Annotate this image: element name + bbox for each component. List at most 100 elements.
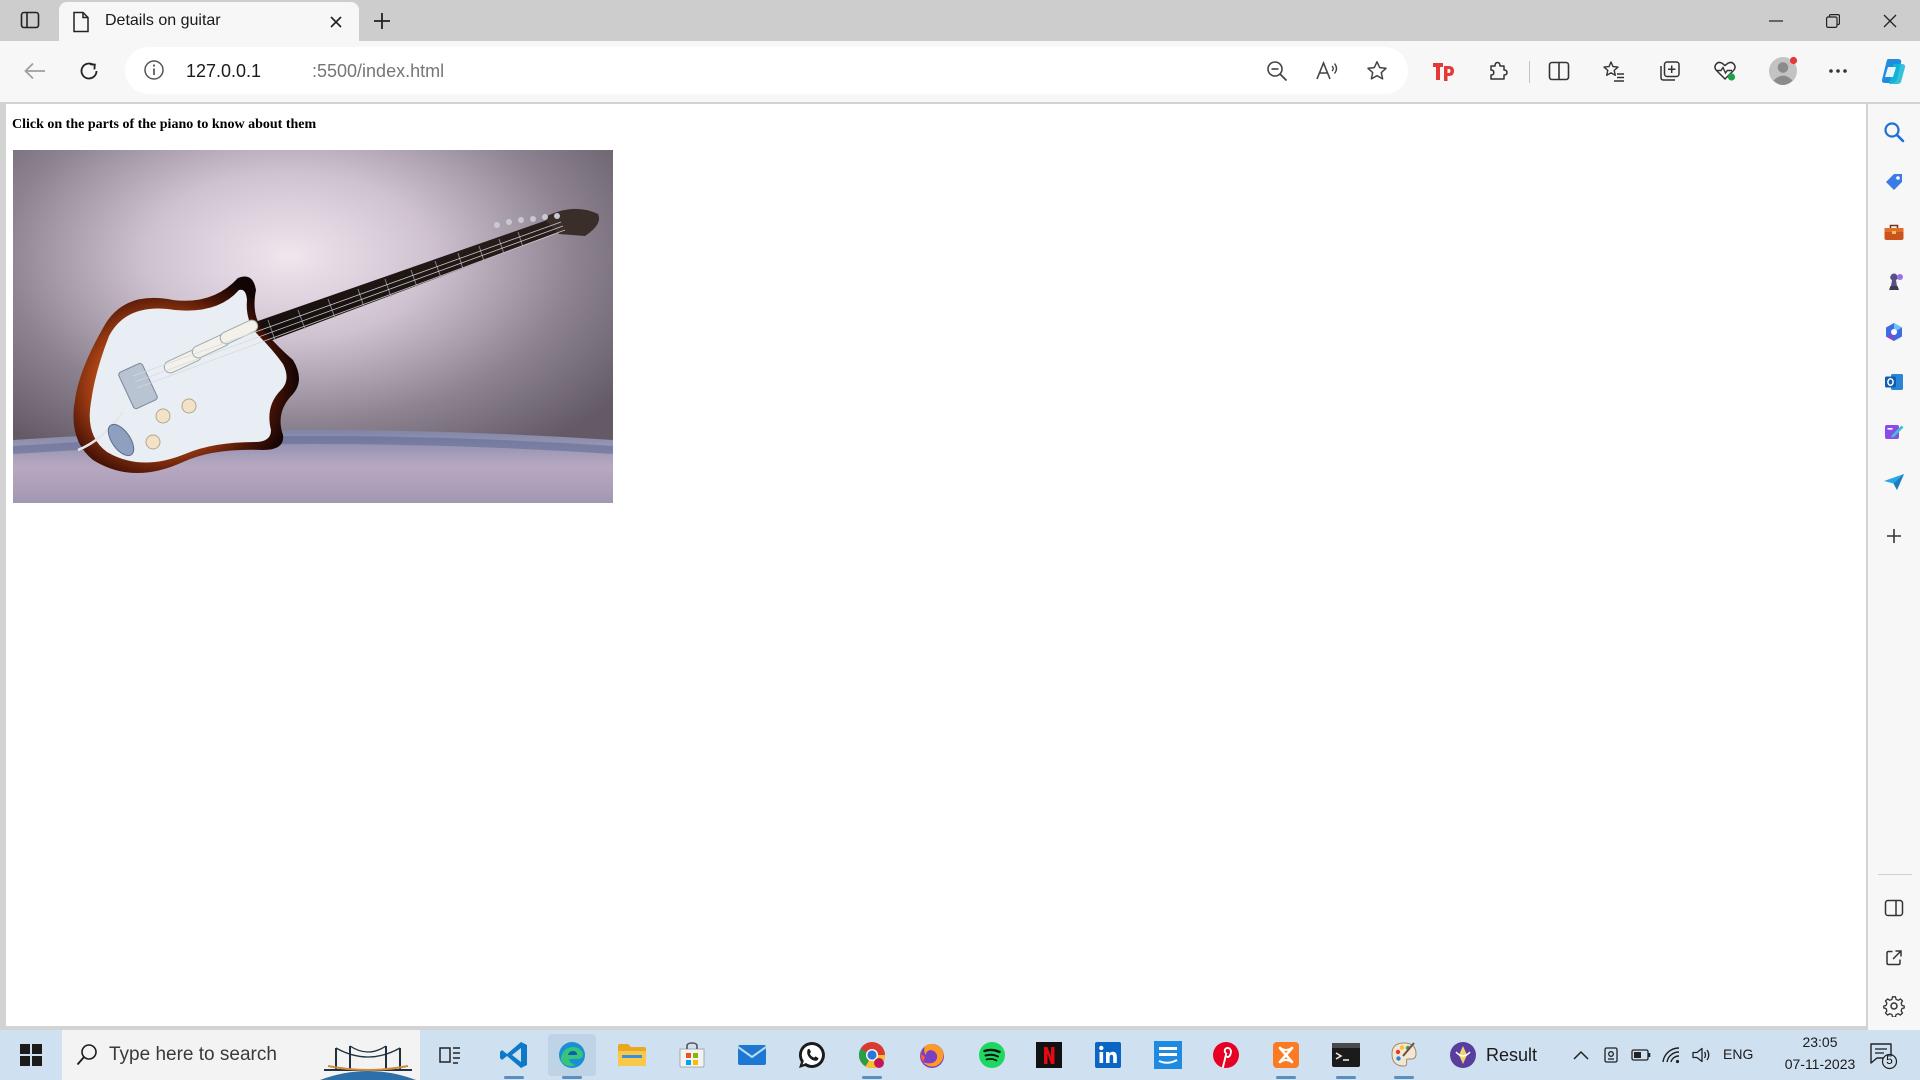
tab-actions-button[interactable] bbox=[12, 7, 48, 33]
guitar-image-map[interactable] bbox=[13, 150, 613, 503]
toolbox-icon bbox=[1883, 222, 1905, 242]
taskbar-mail[interactable] bbox=[728, 1034, 776, 1076]
copilot-button[interactable] bbox=[1875, 53, 1911, 89]
collections-button[interactable] bbox=[1652, 53, 1688, 89]
taskbar-spotify[interactable] bbox=[968, 1034, 1016, 1076]
start-button[interactable] bbox=[0, 1030, 62, 1080]
sidebar-shopping-button[interactable] bbox=[1876, 164, 1912, 200]
taskbar-whatsapp[interactable] bbox=[788, 1034, 836, 1076]
result-widget-icon bbox=[1448, 1040, 1478, 1070]
widgets-result-button[interactable]: Result bbox=[1448, 1034, 1548, 1076]
taskbar-linkedin[interactable] bbox=[1084, 1034, 1132, 1076]
tp-extension-icon bbox=[1432, 60, 1456, 82]
refresh-button[interactable] bbox=[71, 53, 107, 89]
store-icon bbox=[678, 1041, 706, 1069]
tray-volume[interactable] bbox=[1690, 1044, 1712, 1066]
extensions-button[interactable] bbox=[1480, 53, 1516, 89]
search-highlight-bridge-image[interactable] bbox=[320, 1036, 416, 1080]
show-hidden-icons-button[interactable] bbox=[1570, 1044, 1592, 1066]
page-favicon-icon bbox=[72, 11, 90, 33]
taskbar-microsoft-store[interactable] bbox=[668, 1034, 716, 1076]
sidebar-designer-button[interactable] bbox=[1876, 414, 1912, 450]
sidebar-add-button[interactable] bbox=[1876, 518, 1912, 554]
plus-icon bbox=[1885, 527, 1903, 545]
running-indicator bbox=[1336, 1076, 1356, 1079]
taskbar-paint[interactable] bbox=[1380, 1034, 1428, 1079]
more-options-icon bbox=[1828, 68, 1848, 74]
edge-sidebar bbox=[1868, 104, 1920, 1030]
taskbar-firefox[interactable] bbox=[908, 1034, 956, 1076]
sidebar-send-button[interactable] bbox=[1876, 464, 1912, 500]
browser-essentials-button[interactable] bbox=[1707, 53, 1743, 89]
split-screen-button[interactable] bbox=[1541, 53, 1577, 89]
paint-palette-icon bbox=[1389, 1040, 1419, 1070]
input-language[interactable]: ENG bbox=[1723, 1046, 1753, 1062]
sidebar-outlook-button[interactable] bbox=[1876, 364, 1912, 400]
tab-title: Details on guitar bbox=[105, 12, 221, 29]
tray-network[interactable] bbox=[1660, 1044, 1682, 1066]
restore-button[interactable] bbox=[1806, 0, 1860, 41]
taskbar-file-explorer[interactable] bbox=[608, 1034, 656, 1076]
back-button[interactable] bbox=[17, 53, 53, 89]
pinterest-icon bbox=[1211, 1040, 1241, 1070]
mail-icon bbox=[737, 1043, 767, 1067]
extension-tp-button[interactable] bbox=[1426, 53, 1462, 89]
sidebar-search-button[interactable] bbox=[1876, 114, 1912, 150]
close-window-button[interactable] bbox=[1863, 0, 1917, 41]
clock-time[interactable]: 23:05 bbox=[1790, 1034, 1850, 1050]
outlook-icon bbox=[1883, 371, 1905, 393]
taskbar-netflix[interactable] bbox=[1025, 1034, 1073, 1076]
tab-details-on-guitar[interactable]: Details on guitar bbox=[59, 2, 359, 41]
sidebar-settings-button[interactable] bbox=[1876, 988, 1912, 1024]
sidebar-games-button[interactable] bbox=[1876, 264, 1912, 300]
terminal-icon bbox=[1331, 1042, 1361, 1068]
taskbar-xampp[interactable] bbox=[1262, 1034, 1310, 1079]
tab-close-button[interactable] bbox=[325, 11, 347, 33]
running-indicator bbox=[862, 1076, 882, 1079]
url-path: :5500/index.html bbox=[312, 61, 445, 81]
taskbar-vscode[interactable] bbox=[490, 1034, 538, 1079]
gear-icon bbox=[1883, 995, 1905, 1017]
read-aloud-button[interactable] bbox=[1309, 53, 1345, 89]
xampp-icon bbox=[1271, 1040, 1301, 1070]
chrome-icon bbox=[857, 1040, 887, 1070]
minimize-button[interactable] bbox=[1749, 0, 1803, 41]
puzzle-icon bbox=[1487, 60, 1509, 82]
task-view-button[interactable] bbox=[426, 1034, 474, 1076]
profile-button[interactable] bbox=[1765, 53, 1801, 89]
notification-center-button[interactable]: 5 bbox=[1868, 1040, 1898, 1070]
tray-battery[interactable] bbox=[1630, 1044, 1652, 1066]
clock-date[interactable]: 07-11-2023 bbox=[1766, 1056, 1874, 1072]
vscode-icon bbox=[499, 1040, 529, 1070]
windows-logo-icon bbox=[20, 1044, 42, 1066]
windows-taskbar: Type here to search Result ENG 23:05 07-… bbox=[0, 1030, 1920, 1080]
whatsapp-icon bbox=[797, 1040, 827, 1070]
site-info-icon[interactable] bbox=[143, 59, 165, 81]
favorites-button[interactable] bbox=[1596, 53, 1632, 89]
designer-icon bbox=[1883, 421, 1905, 443]
taskbar-search-box[interactable]: Type here to search bbox=[62, 1030, 420, 1080]
new-tab-button[interactable] bbox=[368, 7, 396, 35]
taskbar-edge[interactable] bbox=[548, 1034, 596, 1079]
taskbar-chrome[interactable] bbox=[848, 1034, 896, 1079]
sidebar-open-external-button[interactable] bbox=[1876, 940, 1912, 976]
taskbar-terminal[interactable] bbox=[1322, 1034, 1370, 1079]
plus-icon bbox=[373, 12, 391, 30]
tray-meet-now[interactable] bbox=[1600, 1044, 1622, 1066]
read-aloud-icon bbox=[1315, 60, 1339, 82]
zoom-out-button[interactable] bbox=[1259, 53, 1295, 89]
settings-and-more-button[interactable] bbox=[1820, 53, 1856, 89]
external-link-icon bbox=[1885, 949, 1903, 967]
taskbar-pinterest[interactable] bbox=[1202, 1034, 1250, 1076]
tab-actions-icon bbox=[20, 11, 40, 29]
sidebar-tools-button[interactable] bbox=[1876, 214, 1912, 250]
url-host: 127.0.0.1 bbox=[186, 61, 262, 81]
sidebar-microsoft365-button[interactable] bbox=[1876, 314, 1912, 350]
taskbar-prime-video[interactable] bbox=[1144, 1034, 1192, 1076]
sidebar-hide-button[interactable] bbox=[1876, 890, 1912, 926]
address-bar[interactable]: 127.0.0.1 :5500/index.html bbox=[125, 47, 1408, 94]
edge-icon bbox=[557, 1040, 587, 1070]
add-favorite-button[interactable] bbox=[1359, 53, 1395, 89]
toolbar-separator bbox=[1529, 61, 1530, 83]
sidebar-panel-icon bbox=[1884, 899, 1904, 917]
